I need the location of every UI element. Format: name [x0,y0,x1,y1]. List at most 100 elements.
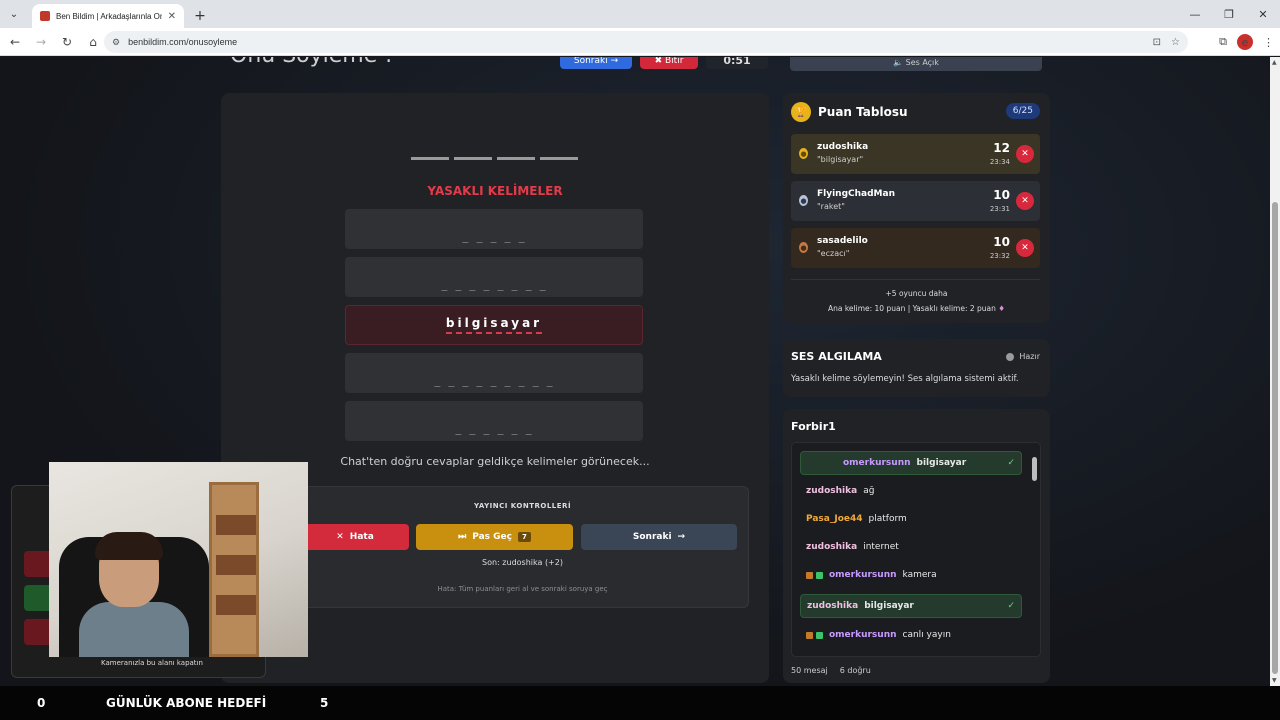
chat-text: platform [868,514,907,524]
last-scorer-text: Son: zudoshika (+2) [482,558,563,567]
webcam-video [49,462,308,657]
remove-player-button[interactable]: ✕ [1016,145,1034,163]
voice-toggle-button[interactable]: 🔈 Ses Açık [790,57,1042,71]
forbidden-words-title: YASAKLI KELİMELER [427,184,563,198]
player-name: zudoshika [817,142,869,152]
chat-message: omerkursunn bilgisayar ✓ [800,451,1022,475]
user-badges [806,631,823,639]
blank-slot [411,157,449,160]
address-bar-row: ← → ↻ ⌂ ⚙ benbildim.com/onusoyleme ⊡ ☆ ⧉… [0,28,1280,56]
more-players-text: +5 oyuncu daha [885,289,948,298]
scoreboard-title: Puan Tablosu [818,105,908,119]
player-word: "bilgisayar" [817,155,864,164]
window-close-icon[interactable]: ✕ [1246,0,1280,28]
remove-player-button[interactable]: ✕ [1016,239,1034,257]
correct-count: 6 doğru [839,666,871,675]
pass-button[interactable]: ⏭ Pas Geç 7 [416,524,573,550]
chat-text: bilgisayar [864,601,914,611]
tab-title: Ben Bildim | Arkadaşlarınla Onli... [56,11,162,21]
score-row: ● sasadelilo "eczacı" 10 23:32 ✕ [791,228,1040,268]
profile-avatar[interactable]: e [1237,34,1253,50]
error-button[interactable]: ✕ Hata [301,524,409,550]
round-timer: 0:51 [706,57,768,69]
goal-current: 0 [37,696,46,710]
player-word: "eczacı" [817,249,850,258]
scoring-rules-label: Ana kelime: 10 puan | Yasaklı kelime: 2 … [827,304,996,313]
player-points: 10 [993,235,1010,249]
player-points: 12 [993,141,1010,155]
subscriber-goal-ticker: 0 GÜNLÜK ABONE HEDEFİ 5 [0,686,1280,720]
install-icon[interactable]: ⊡ [1153,37,1161,48]
menu-dots-icon[interactable]: ⋮ [1263,36,1274,49]
chat-message: omerkursunn canlı yayın [800,623,1022,647]
reload-icon[interactable]: ↻ [56,31,78,53]
finish-top-icon: ✖ [654,57,663,66]
bookmark-star-icon[interactable]: ☆ [1171,37,1180,48]
page-scrollbar[interactable]: ▲ ▼ [1270,57,1280,686]
url-input[interactable]: ⚙ benbildim.com/onusoyleme ⊡ ☆ [104,31,1188,53]
new-tab-icon[interactable]: + [188,4,212,28]
site-info-icon[interactable]: ⚙ [112,37,120,48]
webcam-caption: Kameranızla bu alanı kapatın [101,659,203,667]
next-button-top[interactable]: Sonraki → [560,57,632,69]
chat-message: zudoshika ağ [800,479,1022,503]
chat-message: Pasa_Joe44 platform [800,507,1022,531]
check-icon: ✓ [1007,601,1015,611]
browser-tab[interactable]: Ben Bildim | Arkadaşlarınla Onli... ✕ [32,4,184,28]
badge-icon [806,571,813,579]
blank-slot [454,157,492,160]
divider [791,279,1040,280]
bookshelf-image [209,482,259,657]
badge-icon [816,571,823,579]
forbidden-word-3: bilgisayar [345,305,643,345]
voice-detection-card: SES ALGILAMA Hazır Yasaklı kelime söylem… [783,339,1050,397]
person-body-image [79,602,189,657]
chat-scrollbar[interactable] [1032,447,1038,654]
arrow-right-icon: → [677,532,686,542]
home-icon[interactable]: ⌂ [82,31,104,53]
voice-description: Yasaklı kelime söylemeyin! Ses algılama … [791,374,1019,384]
badge-icon [806,631,813,639]
chat-text: internet [863,542,899,552]
extensions-icon[interactable]: ⧉ [1219,35,1227,49]
streamer-controls: YAYINCI KONTROLLERİ ✕ Hata ⏭ Pas Geç 7 Sonr… [294,486,749,608]
next-label: Sonraki [632,532,672,542]
tab-close-icon[interactable]: ✕ [168,11,176,22]
player-name: sasadelilo [817,236,868,246]
chat-scroll-thumb[interactable] [1032,457,1037,481]
scoreboard-card: 🏆 Puan Tablosu 6/25 ● zudoshika "bilgisa… [783,93,1050,323]
error-hint-text: Hata: Tüm puanları geri al ve sonraki so… [437,585,608,593]
scroll-up-icon[interactable]: ▲ [1272,59,1277,66]
chat-message-list[interactable]: omerkursunn bilgisayar ✓ zudoshika ağ Pa… [791,442,1041,657]
tab-search-icon[interactable]: ⌄ [0,0,28,28]
chat-username: omerkursunn [843,458,911,468]
chat-message: zudoshika bilgisayar ✓ [800,594,1022,618]
restore-icon[interactable]: ❐ [1212,0,1246,28]
chat-text: kamera [902,570,937,580]
blank-slot [540,157,578,160]
forbidden-word-5: _ _ _ _ _ _ [345,401,643,441]
chat-username: omerkursunn [829,570,897,580]
chat-username: zudoshika [807,601,859,611]
player-time: 23:34 [989,158,1010,166]
status-dot-icon [1006,352,1015,361]
finish-button-top[interactable]: ✖ Bitir [640,57,698,69]
score-row: ● FlyingChadMan "raket" 10 23:31 ✕ [791,181,1040,221]
chat-card: Forbir1 omerkursunn bilgisayar ✓ zudoshi… [783,409,1050,683]
silver-medal-icon: ● [799,195,808,206]
next-button[interactable]: Sonraki → [581,524,737,550]
forward-icon[interactable]: → [30,31,52,53]
chat-text: canlı yayın [902,630,951,640]
blank-slot [497,157,535,160]
revealed-word-text: bilgisayar [445,316,543,334]
page-scroll-thumb[interactable] [1272,202,1278,674]
remove-player-button[interactable]: ✕ [1016,192,1034,210]
voice-title: SES ALGILAMA [791,350,882,363]
game-title: Onu Söyleme ! [230,57,393,68]
back-icon[interactable]: ← [4,31,26,53]
minimize-icon[interactable]: — [1178,0,1212,28]
error-label: Hata [349,532,374,542]
scroll-down-icon[interactable]: ▼ [1272,677,1277,684]
chat-stats: 50 mesaj 6 doğru [791,666,871,675]
x-icon: ✕ [336,532,344,542]
